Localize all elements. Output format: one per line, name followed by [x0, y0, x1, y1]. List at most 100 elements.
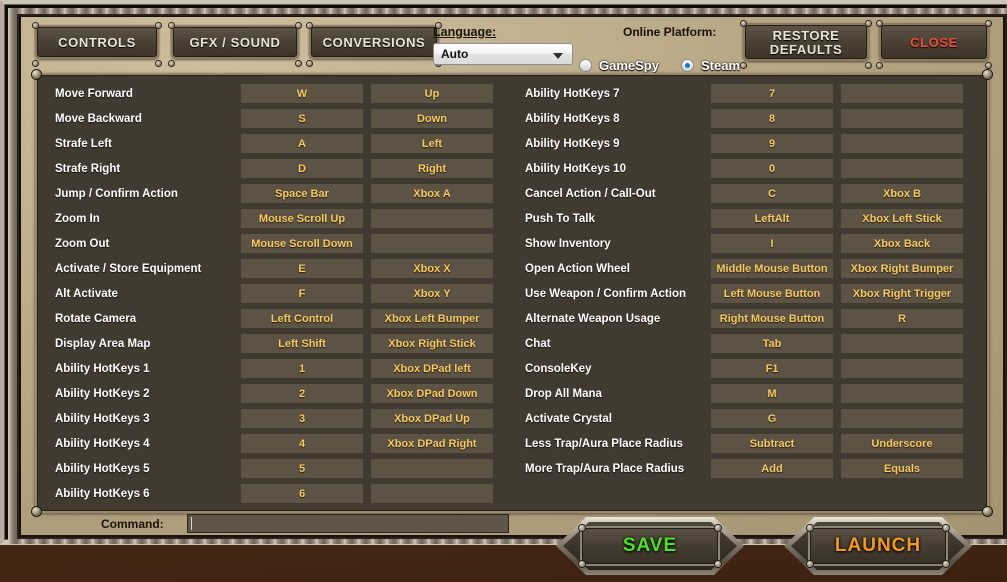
- tab-controls[interactable]: CONTROLS: [33, 23, 161, 66]
- keybinding-secondary-cell[interactable]: [841, 334, 963, 353]
- keybinding-secondary-cell[interactable]: Xbox DPad left: [371, 359, 493, 378]
- keybinding-primary-cell[interactable]: Add: [711, 459, 833, 478]
- keybinding-secondary-cell[interactable]: Xbox Right Stick: [371, 334, 493, 353]
- keybinding-secondary-cell[interactable]: Xbox Left Stick: [841, 209, 963, 228]
- command-input[interactable]: [187, 514, 509, 533]
- keybinding-secondary-cell[interactable]: [841, 109, 963, 128]
- keybinding-primary-cell[interactable]: W: [241, 84, 363, 103]
- keybinding-secondary-cell[interactable]: Xbox A: [371, 184, 493, 203]
- stud-decoration: [32, 507, 41, 516]
- launch-button[interactable]: LAUNCH: [784, 517, 972, 575]
- keybinding-row: Display Area Map Left Shift Xbox Right Sti…: [45, 331, 515, 356]
- radio-steam[interactable]: Steam: [681, 58, 740, 73]
- keybinding-secondary-cell[interactable]: [841, 134, 963, 153]
- keybinding-primary-cell[interactable]: Middle Mouse Button: [711, 259, 833, 278]
- keybinding-action-label: Ability HotKeys 7: [525, 87, 620, 100]
- language-select[interactable]: Auto: [433, 43, 573, 65]
- keybinding-secondary-cell[interactable]: [371, 484, 493, 503]
- keybinding-secondary-cell[interactable]: [841, 409, 963, 428]
- keybinding-row: Ability HotKeys 1 1 Xbox DPad left: [45, 356, 515, 381]
- keybinding-primary-cell[interactable]: 5: [241, 459, 363, 478]
- keybinding-primary-cell[interactable]: 2: [241, 384, 363, 403]
- keybinding-secondary-cell[interactable]: Left: [371, 134, 493, 153]
- keybinding-primary-cell[interactable]: LeftAlt: [711, 209, 833, 228]
- keybinding-row: Drop All Mana M: [515, 381, 985, 406]
- keybinding-secondary-cell[interactable]: [371, 209, 493, 228]
- restore-defaults-line1: RESTORE: [772, 27, 840, 43]
- keybinding-secondary-cell[interactable]: [841, 359, 963, 378]
- keybinding-secondary-cell[interactable]: Xbox X: [371, 259, 493, 278]
- keybinding-primary-cell[interactable]: 9: [711, 134, 833, 153]
- keybinding-secondary-cell[interactable]: [841, 159, 963, 178]
- keybinding-primary-cell[interactable]: Left Control: [241, 309, 363, 328]
- keybinding-row: Open Action Wheel Middle Mouse Button Xbox…: [515, 256, 985, 281]
- keybinding-secondary-cell[interactable]: [371, 234, 493, 253]
- keybinding-secondary-cell[interactable]: Xbox Y: [371, 284, 493, 303]
- keybinding-primary-cell[interactable]: M: [711, 384, 833, 403]
- keybinding-primary-cell[interactable]: F: [241, 284, 363, 303]
- keybinding-secondary-cell[interactable]: Xbox Back: [841, 234, 963, 253]
- keybinding-action-label: Ability HotKeys 9: [525, 137, 620, 150]
- keybinding-primary-cell[interactable]: 3: [241, 409, 363, 428]
- keybinding-secondary-cell[interactable]: Underscore: [841, 434, 963, 453]
- keybinding-primary-cell[interactable]: 8: [711, 109, 833, 128]
- keybinding-secondary-cell[interactable]: Xbox Left Bumper: [371, 309, 493, 328]
- keybinding-row: Ability HotKeys 8 8: [515, 106, 985, 131]
- keybinding-primary-cell[interactable]: C: [711, 184, 833, 203]
- keybinding-primary-cell[interactable]: 4: [241, 434, 363, 453]
- radio-gamespy[interactable]: GameSpy: [579, 58, 659, 73]
- stud-decoration: [983, 70, 992, 79]
- keybinding-secondary-cell[interactable]: Xbox DPad Down: [371, 384, 493, 403]
- keybinding-primary-cell[interactable]: D: [241, 159, 363, 178]
- save-button[interactable]: SAVE: [556, 517, 744, 575]
- keybinding-row: Ability HotKeys 7 7: [515, 81, 985, 106]
- keybinding-row: Strafe Right D Right: [45, 156, 515, 181]
- keybinding-primary-cell[interactable]: I: [711, 234, 833, 253]
- keybinding-secondary-cell[interactable]: Equals: [841, 459, 963, 478]
- keybinding-primary-cell[interactable]: Mouse Scroll Down: [241, 234, 363, 253]
- restore-defaults-button[interactable]: RESTORE DEFAULTS: [741, 21, 871, 68]
- keybinding-secondary-cell[interactable]: Xbox Right Bumper: [841, 259, 963, 278]
- keybinding-action-label: Ability HotKeys 5: [55, 462, 150, 475]
- keybinding-secondary-cell[interactable]: Down: [371, 109, 493, 128]
- keybinding-secondary-cell[interactable]: Xbox B: [841, 184, 963, 203]
- keybinding-secondary-cell[interactable]: Xbox DPad Up: [371, 409, 493, 428]
- keybinding-primary-cell[interactable]: 7: [711, 84, 833, 103]
- keybinding-secondary-cell[interactable]: [841, 84, 963, 103]
- keybinding-primary-cell[interactable]: 0: [711, 159, 833, 178]
- keybinding-primary-cell[interactable]: Tab: [711, 334, 833, 353]
- keybinding-secondary-cell[interactable]: R: [841, 309, 963, 328]
- close-button[interactable]: CLOSE: [877, 21, 991, 68]
- keybinding-primary-cell[interactable]: S: [241, 109, 363, 128]
- keybinding-secondary-cell[interactable]: [841, 384, 963, 403]
- keybinding-primary-cell[interactable]: Left Shift: [241, 334, 363, 353]
- language-label: Language:: [433, 25, 497, 39]
- keybinding-action-label: Strafe Left: [55, 137, 112, 150]
- keybinding-primary-cell[interactable]: Space Bar: [241, 184, 363, 203]
- keybinding-primary-cell[interactable]: 1: [241, 359, 363, 378]
- stud-decoration: [983, 507, 992, 516]
- tab-gfx-sound-label: GFX / SOUND: [189, 34, 281, 50]
- keybinding-secondary-cell[interactable]: Up: [371, 84, 493, 103]
- tab-gfx-sound[interactable]: GFX / SOUND: [169, 23, 301, 66]
- keybinding-secondary-cell[interactable]: Xbox DPad Right: [371, 434, 493, 453]
- keybinding-primary-cell[interactable]: Mouse Scroll Up: [241, 209, 363, 228]
- keybinding-secondary-cell[interactable]: Xbox Right Trigger: [841, 284, 963, 303]
- keybinding-primary-cell[interactable]: Left Mouse Button: [711, 284, 833, 303]
- keybinding-secondary-cell[interactable]: Right: [371, 159, 493, 178]
- keybinding-primary-cell[interactable]: A: [241, 134, 363, 153]
- launcher-window: CONTROLS GFX / SOUND CONVERSIONS Languag…: [0, 0, 1007, 545]
- keybinding-secondary-cell[interactable]: [371, 459, 493, 478]
- keybinding-row: Use Weapon / Confirm Action Left Mouse Bu…: [515, 281, 985, 306]
- keybinding-primary-cell[interactable]: 6: [241, 484, 363, 503]
- keybinding-action-label: Use Weapon / Confirm Action: [525, 287, 687, 300]
- keybinding-primary-cell[interactable]: F1: [711, 359, 833, 378]
- keybinding-action-label: Alternate Weapon Usage: [525, 312, 661, 325]
- keybinding-primary-cell[interactable]: Right Mouse Button: [711, 309, 833, 328]
- text-caret-icon: [191, 517, 192, 530]
- keybinding-primary-cell[interactable]: Subtract: [711, 434, 833, 453]
- tab-conversions[interactable]: CONVERSIONS: [307, 23, 441, 66]
- keybinding-primary-cell[interactable]: E: [241, 259, 363, 278]
- keybinding-primary-cell[interactable]: G: [711, 409, 833, 428]
- keybinding-row: Rotate Camera Left Control Xbox Left Bumpe…: [45, 306, 515, 331]
